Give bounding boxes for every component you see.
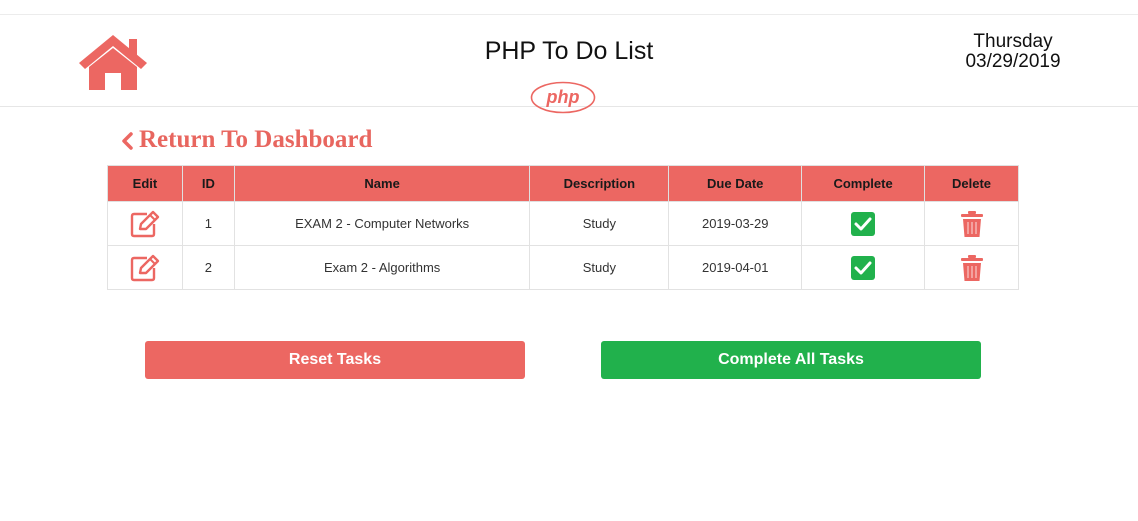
checkbox-checked-icon[interactable] bbox=[851, 211, 876, 236]
column-header-name: Name bbox=[233, 165, 531, 202]
trash-icon[interactable] bbox=[960, 254, 983, 281]
delete-cell bbox=[924, 245, 1019, 290]
svg-text:php: php bbox=[546, 87, 580, 107]
column-header-due-date: Due Date bbox=[668, 165, 803, 202]
reset-tasks-button[interactable]: Reset Tasks bbox=[145, 341, 525, 379]
tasks-table: Edit ID Name Description Due Date Comple… bbox=[107, 165, 1019, 290]
checkbox-checked-icon[interactable] bbox=[851, 255, 876, 280]
return-link-label: Return To Dashboard bbox=[139, 126, 373, 153]
php-logo: php bbox=[530, 81, 596, 114]
table-row: 1 EXAM 2 - Computer Networks Study 2019-… bbox=[107, 201, 1019, 246]
chevron-left-icon bbox=[122, 132, 133, 151]
table-row: 2 Exam 2 - Algorithms Study 2019-04-01 bbox=[107, 245, 1019, 290]
column-header-complete: Complete bbox=[801, 165, 926, 202]
date-display: Thursday 03/29/2019 bbox=[950, 32, 1076, 72]
task-name: Exam 2 - Algorithms bbox=[233, 245, 531, 290]
edit-icon[interactable] bbox=[130, 254, 160, 282]
edit-icon[interactable] bbox=[130, 210, 160, 238]
complete-cell bbox=[801, 201, 926, 246]
day-label: Thursday bbox=[973, 31, 1053, 52]
table-header-row: Edit ID Name Description Due Date Comple… bbox=[107, 165, 1019, 202]
task-id: 1 bbox=[181, 201, 235, 246]
task-due-date: 2019-03-29 bbox=[668, 201, 803, 246]
task-name: EXAM 2 - Computer Networks bbox=[233, 201, 531, 246]
column-header-delete: Delete bbox=[924, 165, 1019, 202]
complete-cell bbox=[801, 245, 926, 290]
return-to-dashboard-link[interactable]: Return To Dashboard bbox=[120, 126, 372, 154]
task-id: 2 bbox=[181, 245, 235, 290]
task-due-date: 2019-04-01 bbox=[668, 245, 803, 290]
column-header-id: ID bbox=[181, 165, 235, 202]
column-header-description: Description bbox=[529, 165, 670, 202]
trash-icon[interactable] bbox=[960, 210, 983, 237]
complete-all-tasks-button[interactable]: Complete All Tasks bbox=[601, 341, 981, 379]
page-header: PHP To Do List php Thursday 03/29/2019 bbox=[0, 14, 1138, 114]
column-header-edit: Edit bbox=[107, 165, 183, 202]
edit-cell bbox=[107, 245, 183, 290]
date-label: 03/29/2019 bbox=[965, 51, 1061, 72]
task-description: Study bbox=[529, 245, 670, 290]
delete-cell bbox=[924, 201, 1019, 246]
task-description: Study bbox=[529, 201, 670, 246]
edit-cell bbox=[107, 201, 183, 246]
